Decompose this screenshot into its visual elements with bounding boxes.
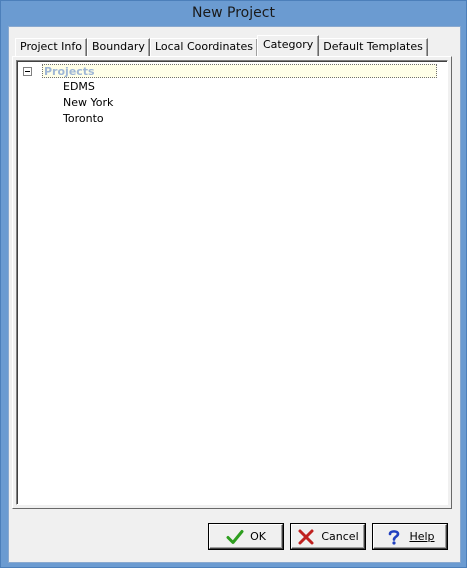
tree-root-label[interactable]: Projects — [42, 64, 437, 78]
dialog-client-area: Project Info Boundary Local Coordinates … — [8, 26, 461, 563]
help-button[interactable]: Help — [373, 524, 447, 549]
tab-default-templates[interactable]: Default Templates — [318, 38, 428, 56]
tab-category[interactable]: Category — [256, 35, 320, 56]
tab-boundary[interactable]: Boundary — [86, 38, 150, 56]
tree-item[interactable]: Toronto — [63, 111, 104, 127]
category-tree-view[interactable]: Projects EDMS New York Toronto — [16, 60, 448, 505]
question-icon — [389, 529, 400, 545]
ok-button-label: OK — [250, 530, 266, 543]
cancel-button[interactable]: Cancel — [291, 524, 365, 549]
tab-project-info[interactable]: Project Info — [15, 38, 87, 56]
tree-item[interactable]: EDMS — [63, 79, 95, 95]
checkmark-icon — [226, 529, 244, 544]
tab-local-coordinates[interactable]: Local Coordinates — [149, 38, 258, 56]
tree-item[interactable]: New York — [63, 95, 113, 111]
tree-root-node: Projects — [23, 64, 443, 78]
cancel-button-label: Cancel — [321, 530, 359, 543]
tab-strip: Project Info Boundary Local Coordinates … — [15, 35, 428, 56]
help-button-label: Help — [409, 530, 435, 543]
ok-button[interactable]: OK — [209, 524, 283, 549]
new-project-window: New Project Project Info Boundary Local … — [0, 0, 467, 568]
window-title: New Project — [192, 5, 275, 21]
x-icon — [298, 529, 314, 544]
category-tab-panel: Projects EDMS New York Toronto — [12, 56, 452, 509]
collapse-icon[interactable] — [23, 67, 32, 76]
